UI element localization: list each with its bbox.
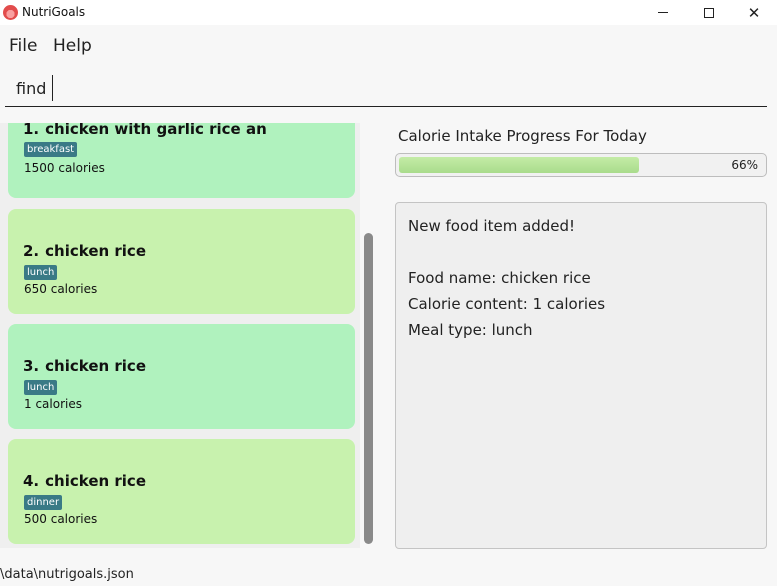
calorie-progress-bar: 66%: [395, 153, 767, 177]
food-item-title: 3. chicken rice: [23, 357, 146, 375]
menu-file[interactable]: File: [9, 36, 37, 56]
progress-label: Calorie Intake Progress For Today: [398, 127, 647, 145]
food-item-index: 1.: [23, 123, 40, 138]
list-scrollbar-thumb[interactable]: [364, 233, 373, 544]
maximize-icon: [704, 7, 714, 18]
maximize-button[interactable]: [686, 0, 732, 25]
meal-tag: breakfast: [24, 142, 78, 157]
minimize-icon: [658, 12, 668, 13]
food-item-name: chicken rice: [45, 357, 146, 375]
result-line: Calorie content: 1 calories: [408, 295, 606, 313]
meal-tag: lunch: [24, 380, 58, 395]
result-line: Food name: chicken rice: [408, 269, 591, 287]
food-item-title: 1. chicken with garlic rice an: [23, 123, 267, 138]
food-list-panel[interactable]: 1. chicken with garlic rice an breakfast …: [0, 123, 360, 548]
list-item[interactable]: 2. chicken rice lunch 650 calories: [8, 209, 355, 314]
close-button[interactable]: ✕: [731, 0, 777, 25]
food-item-name: chicken rice: [45, 242, 146, 260]
status-bar: \data\nutrigoals.json: [0, 564, 777, 586]
food-item-calories: 500 calories: [24, 512, 98, 526]
progress-percent: 66%: [731, 158, 758, 172]
result-line: [408, 239, 754, 265]
window-title: NutriGoals: [22, 5, 86, 19]
app-logo-icon: [3, 5, 18, 20]
command-input[interactable]: find: [5, 70, 767, 107]
title-bar: NutriGoals ✕: [0, 0, 777, 25]
list-item[interactable]: 1. chicken with garlic rice an breakfast …: [8, 123, 355, 198]
food-item-index: 2.: [23, 242, 40, 260]
text-caret: [52, 75, 53, 101]
command-input-value: find: [16, 79, 47, 98]
food-item-calories: 650 calories: [24, 282, 98, 296]
list-item[interactable]: 3. chicken rice lunch 1 calories: [8, 324, 355, 429]
progress-fill: [399, 157, 639, 173]
list-item[interactable]: 4. chicken rice dinner 500 calories: [8, 439, 355, 544]
close-icon: ✕: [747, 3, 761, 22]
food-item-title: 2. chicken rice: [23, 242, 146, 260]
food-item-title: 4. chicken rice: [23, 472, 146, 490]
data-file-path: \data\nutrigoals.json: [0, 567, 134, 582]
menu-help[interactable]: Help: [53, 36, 92, 56]
food-item-calories: 1 calories: [24, 397, 82, 411]
food-item-index: 4.: [23, 472, 40, 490]
food-item-name: chicken with garlic rice an: [45, 123, 267, 138]
meal-tag: lunch: [24, 265, 58, 280]
menu-bar: File Help: [0, 28, 777, 62]
result-display: New food item added! Food name: chicken r…: [395, 202, 767, 549]
minimize-button[interactable]: [640, 0, 686, 25]
food-item-index: 3.: [23, 357, 40, 375]
result-line: New food item added!: [408, 217, 576, 235]
meal-tag: dinner: [24, 495, 63, 510]
food-item-calories: 1500 calories: [24, 161, 105, 175]
food-item-name: chicken rice: [45, 472, 146, 490]
result-line: Meal type: lunch: [408, 321, 533, 339]
